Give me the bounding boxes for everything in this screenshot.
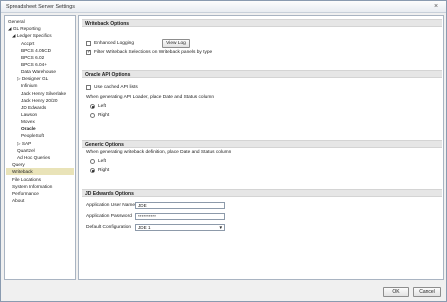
chevron-down-icon: ▼ (218, 225, 223, 230)
settings-nav-tree: General ◢ GL Reporting ◢ Ledger Specific… (4, 15, 76, 280)
sidebar-item-bpcs-604[interactable]: BPCS 6.04+ (21, 61, 47, 68)
sidebar-item-quartzel[interactable]: Quartzel (17, 147, 35, 154)
section-header: Oracle API Options (82, 70, 442, 78)
section-header: Generic Options (82, 140, 442, 148)
sidebar-item-bpcs-602[interactable]: BPCS 6.02 (21, 54, 44, 61)
sidebar-item-about[interactable]: About (12, 197, 24, 204)
default-configuration-dropdown[interactable]: JDE 1 ▼ (135, 224, 225, 231)
api-right-radio[interactable] (90, 113, 95, 118)
sidebar-item-jd-edwards[interactable]: JD Edwards (21, 104, 46, 111)
sidebar-item-jack-henry-2020[interactable]: Jack Henry 20/20 (21, 97, 57, 104)
settings-panel: Writeback Options Enhanced Logging View … (78, 15, 444, 280)
generic-right-label: Right (98, 168, 110, 173)
sidebar-item-bpcs-405cd[interactable]: BPCS 4.05CD (21, 47, 51, 54)
sidebar-item-infinium[interactable]: Infinium (21, 82, 37, 89)
application-password-field[interactable]: ********** (135, 213, 225, 220)
api-right-label: Right (98, 113, 110, 118)
sidebar-item-performance[interactable]: Performance (12, 190, 39, 197)
generic-left-label: Left (98, 159, 107, 164)
sidebar-item-jack-henry-silverlake[interactable]: Jack Henry Silverlake (21, 90, 66, 97)
view-log-button[interactable]: View Log (162, 39, 190, 48)
close-icon[interactable]: × (430, 3, 442, 11)
use-cached-api-label: Use cached API lists (94, 85, 138, 90)
api-left-radio[interactable] (90, 104, 95, 109)
api-left-label: Left (98, 104, 107, 109)
generic-options-section: Generic Options When generating writebac… (82, 140, 442, 180)
jd-edwards-options-section: JD Edwards Options Application User Name… (82, 189, 442, 237)
section-header: Writeback Options (82, 19, 442, 27)
sidebar-item-designer-gl[interactable]: ▷ Designer GL (17, 75, 48, 82)
settings-window: Spreadsheet Server Settings × General ◢ … (0, 0, 447, 302)
sidebar-item-writeback[interactable]: Writeback (6, 168, 74, 175)
window-title: Spreadsheet Server Settings (6, 4, 75, 10)
default-configuration-label: Default Configuration (86, 225, 132, 230)
sidebar-item-movex[interactable]: Movex (21, 118, 35, 125)
enhanced-logging-checkbox[interactable] (86, 41, 91, 46)
sidebar-item-peoplesoft[interactable]: PeopleSoft (21, 132, 44, 139)
sidebar-item-lawson[interactable]: Lawson (21, 111, 37, 118)
section-header: JD Edwards Options (82, 189, 442, 197)
sidebar-item-query[interactable]: Query (12, 161, 25, 168)
application-user-name-field[interactable]: JDE (135, 202, 225, 209)
generic-right-radio[interactable] (90, 168, 95, 173)
sidebar-item-gl-reporting[interactable]: ◢ GL Reporting (8, 25, 41, 32)
title-bar: Spreadsheet Server Settings × (1, 1, 446, 13)
sidebar-item-ad-hoc-queries[interactable]: Ad Hoc Queries (17, 154, 50, 161)
ok-button[interactable]: OK (383, 287, 409, 297)
default-configuration-value: JDE 1 (138, 225, 151, 230)
enhanced-logging-label: Enhanced Logging (94, 41, 135, 46)
oracle-api-options-section: Oracle API Options Use cached API lists … (82, 70, 442, 126)
sidebar-item-sap[interactable]: ▷ SAP (17, 140, 31, 147)
writeback-definition-prompt: When generating writeback definition, pl… (86, 150, 232, 155)
sidebar-item-oracle[interactable]: Oracle (21, 125, 36, 132)
filter-writeback-label: Filter Writeback Selections on Writeback… (94, 50, 213, 55)
writeback-options-section: Writeback Options Enhanced Logging View … (82, 19, 442, 59)
api-loader-prompt: When generating API Loader, place Date a… (86, 95, 215, 100)
sidebar-item-data-warehouse[interactable]: Data Warehouse (21, 68, 56, 75)
sidebar-item-file-locations[interactable]: File Locations (12, 176, 41, 183)
generic-left-radio[interactable] (90, 159, 95, 164)
cancel-button[interactable]: Cancel (413, 287, 441, 297)
sidebar-item-general[interactable]: General (8, 18, 25, 25)
use-cached-api-checkbox[interactable] (86, 85, 91, 90)
sidebar-item-ledger-specifics[interactable]: ◢ Ledger Specifics (12, 32, 52, 39)
sidebar-item-system-information[interactable]: System Information (12, 183, 52, 190)
application-user-name-label: Application User Name (86, 203, 136, 208)
sidebar-item-accprt[interactable]: Accprt (21, 40, 34, 47)
application-password-label: Application Password (86, 214, 132, 219)
filter-writeback-checkbox[interactable] (86, 49, 91, 55)
